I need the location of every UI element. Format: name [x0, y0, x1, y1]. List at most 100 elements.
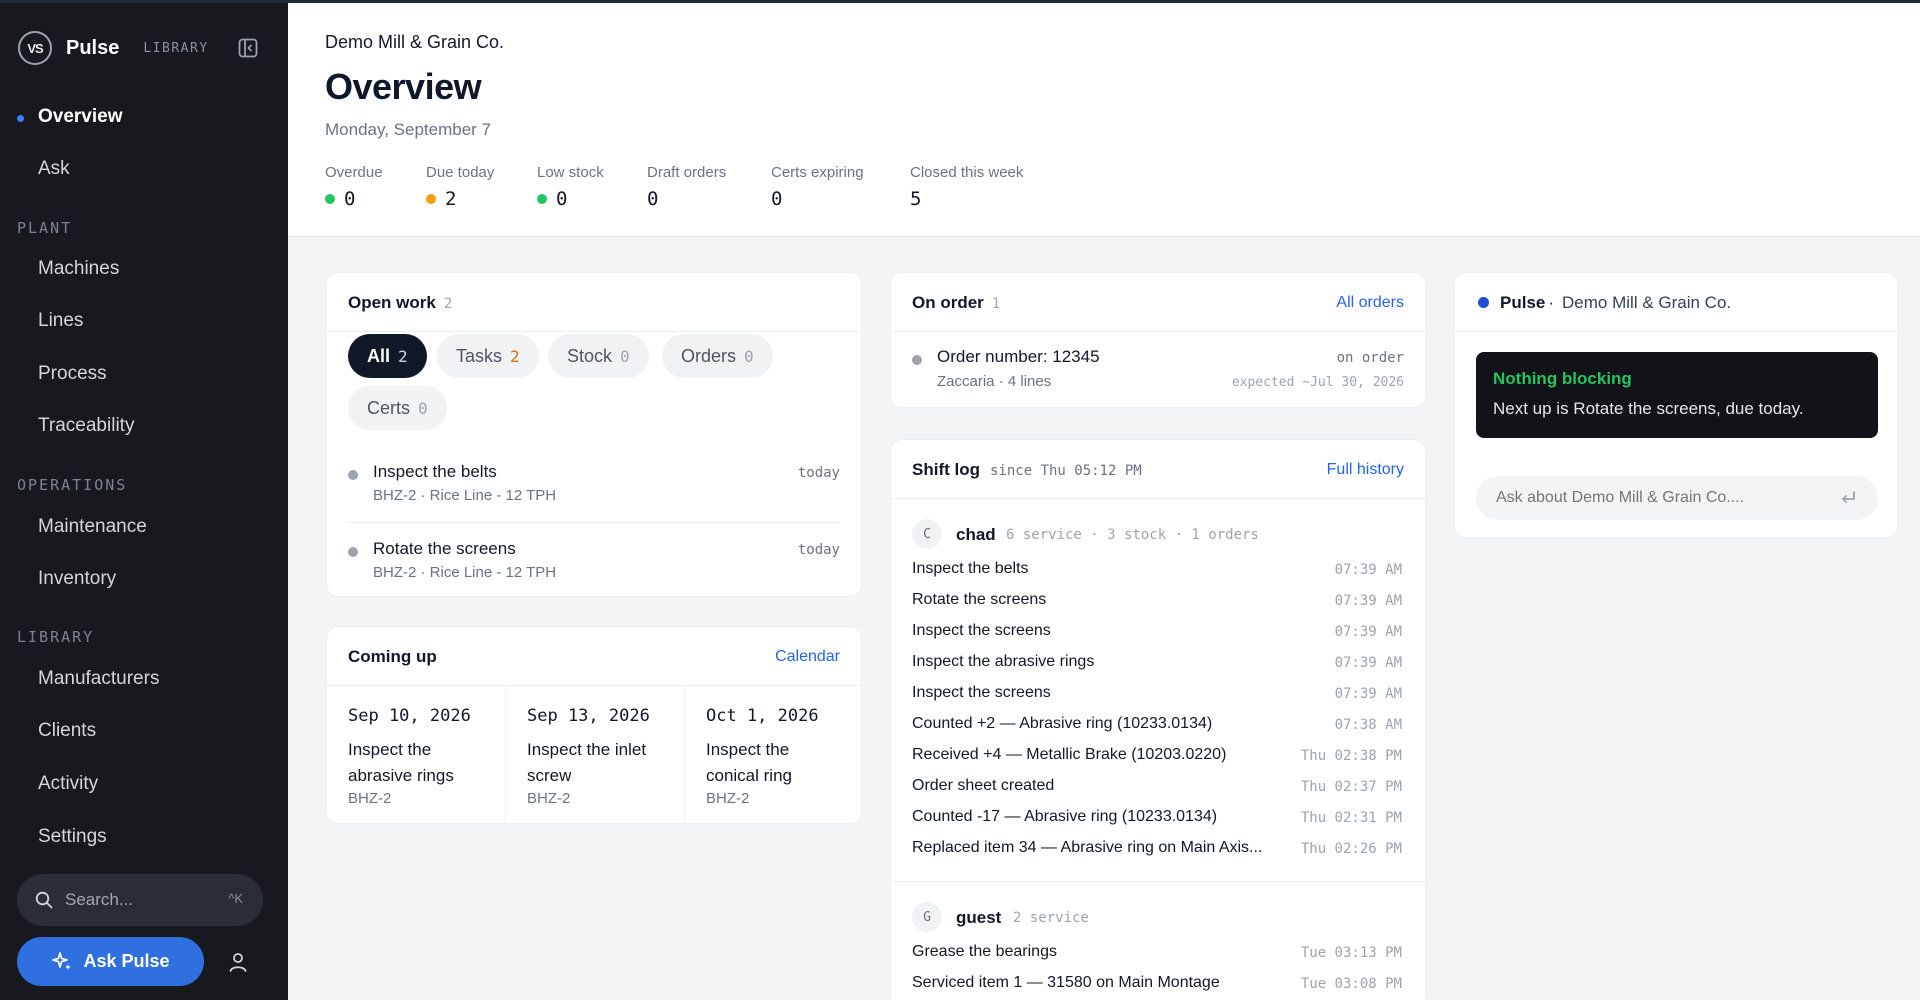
upcoming-date: Oct 1, 2026 — [706, 706, 819, 726]
task-meta: BHZ-2 · Rice Line - 12 TPH — [373, 487, 557, 504]
pulse-name: Pulse — [1500, 293, 1546, 312]
nav-item-process[interactable]: Process — [0, 354, 288, 394]
log-entry-text: Replaced item 34 — Abrasive ring on Main… — [912, 839, 1263, 856]
full-history-link[interactable]: Full history — [1327, 461, 1404, 479]
sidebar-search[interactable]: Search... ^K — [17, 874, 263, 926]
ask-pulse-button[interactable]: Ask Pulse — [17, 937, 204, 986]
filter-chip-tasks[interactable]: Tasks 2 — [437, 334, 539, 378]
task-row[interactable]: Inspect the belts BHZ-2 · Rice Line - 12… — [327, 454, 861, 530]
enter-key-icon[interactable] — [1837, 487, 1859, 509]
card-header: Pulse · Demo Mill & Grain Co. — [1455, 273, 1897, 332]
log-entry[interactable]: Counted -17 — Abrasive ring (10233.0134)… — [912, 803, 1402, 834]
nav-item-settings[interactable]: Settings — [0, 817, 288, 857]
chip-count: 2 — [510, 346, 520, 366]
company-name: Demo Mill & Grain Co. — [325, 32, 505, 52]
nav-item-label: Clients — [38, 720, 97, 741]
stat-label: Overdue — [325, 164, 383, 181]
filter-chip-all[interactable]: All 2 — [348, 334, 427, 378]
chip-label: Tasks — [456, 345, 503, 366]
log-entry[interactable]: Inspect the screens 07:39 AM — [912, 679, 1402, 710]
task-due: today — [797, 465, 840, 481]
nav-item-machines[interactable]: Machines — [0, 249, 288, 289]
log-entry[interactable]: Replaced item 34 — Abrasive ring on Main… — [912, 834, 1402, 865]
order-row[interactable]: Order number: 12345 Zaccaria · 4 lines o… — [891, 332, 1425, 404]
log-entry[interactable]: Grease the bearings Tue 03:13 PM — [912, 938, 1402, 969]
page-header: Demo Mill & Grain Co. Overview Monday, S… — [288, 3, 1920, 237]
nav-item-maintenance[interactable]: Maintenance — [0, 507, 288, 547]
nav-item-label: Traceability — [38, 415, 135, 436]
stat-draft-orders[interactable]: Draft orders 0 — [647, 164, 726, 210]
nav-item-label: Process — [38, 363, 107, 384]
nav-section-operations: OPERATIONS — [17, 476, 128, 494]
chip-label: Orders — [681, 345, 737, 366]
shift-log-card: Shift log since Thu 05:12 PM Full history… — [890, 439, 1426, 1000]
filter-chip-orders[interactable]: Orders 0 — [662, 334, 773, 378]
pulse-header-text: Pulse · Demo Mill & Grain Co. — [1500, 293, 1731, 313]
log-entry[interactable]: Inspect the abrasive rings 07:39 AM — [912, 648, 1402, 679]
stat-low-stock[interactable]: Low stock 0 — [537, 164, 604, 210]
log-entry-time: 07:39 AM — [1334, 562, 1402, 578]
card-header: On order 1 All orders — [891, 273, 1425, 332]
log-user-summary: 2 service — [1013, 910, 1089, 926]
search-shortcut: ^K — [228, 891, 243, 906]
log-entry-time: 07:39 AM — [1334, 624, 1402, 640]
stat-value: 0 — [556, 188, 568, 210]
nav-item-clients[interactable]: Clients — [0, 711, 288, 751]
log-entry[interactable]: Rotate the screens 07:39 AM — [912, 586, 1402, 617]
order-meta: Zaccaria · 4 lines — [937, 373, 1052, 390]
stat-value: 0 — [771, 188, 783, 210]
nav-item-manufacturers[interactable]: Manufacturers — [0, 659, 288, 699]
log-entry[interactable]: Order sheet created Thu 02:37 PM — [912, 772, 1402, 803]
nav-item-traceability[interactable]: Traceability — [0, 406, 288, 446]
task-row[interactable]: Rotate the screens BHZ-2 · Rice Line - 1… — [327, 531, 861, 596]
log-entry[interactable]: Serviced item 1 — 31580 on Main Montage T… — [912, 969, 1402, 1000]
user-account-icon[interactable] — [226, 950, 250, 974]
stat-closed-this-week[interactable]: Closed this week 5 — [910, 164, 1023, 210]
task-title: Rotate the screens — [373, 539, 516, 558]
log-user-summary: 6 service · 3 stock · 1 orders — [1006, 527, 1259, 543]
upcoming-item[interactable]: Sep 10, 2026 Inspect the abrasive rings … — [327, 686, 506, 823]
nav-item-label: Inventory — [38, 568, 117, 589]
upcoming-title: Inspect the abrasive rings — [348, 740, 454, 785]
log-entry[interactable]: Inspect the screens 07:39 AM — [912, 617, 1402, 648]
ask-pulse-input[interactable] — [1476, 476, 1878, 520]
status-banner-text: Next up is Rotate the screens, due today… — [1493, 399, 1804, 418]
chip-label: Stock — [567, 345, 613, 366]
coming-up-title: Coming up — [348, 647, 437, 666]
log-entry[interactable]: Received +4 — Metallic Brake (10203.0220… — [912, 741, 1402, 772]
nav-item-activity[interactable]: Activity — [0, 764, 288, 804]
avatar: G — [912, 902, 942, 932]
log-entry-text: Counted +2 — Abrasive ring (10233.0134) — [912, 715, 1213, 732]
all-orders-link[interactable]: All orders — [1336, 294, 1404, 312]
nav-item-lines[interactable]: Lines — [0, 301, 288, 341]
log-entry[interactable]: Inspect the belts 07:39 AM — [912, 555, 1402, 586]
collapse-sidebar-icon[interactable] — [238, 38, 258, 58]
stat-overdue[interactable]: Overdue 0 — [325, 164, 383, 210]
calendar-link[interactable]: Calendar — [775, 648, 840, 666]
log-entry-text: Grease the bearings — [912, 943, 1057, 960]
status-dot — [325, 194, 335, 204]
pulse-separator: · — [1548, 293, 1555, 312]
nav-section-library: LIBRARY — [17, 628, 95, 646]
log-entry-time: 07:38 AM — [1334, 717, 1402, 733]
filter-chip-stock[interactable]: Stock 0 — [548, 334, 649, 378]
stat-value: 5 — [910, 188, 922, 210]
log-entry[interactable]: Counted +2 — Abrasive ring (10233.0134) 0… — [912, 710, 1402, 741]
log-entry-time: 07:39 AM — [1334, 593, 1402, 609]
on-order-card: On order 1 All orders Order number: 12345… — [890, 272, 1426, 408]
app-section-tag: LIBRARY — [143, 40, 209, 56]
divider — [891, 881, 1425, 882]
on-order-count: 1 — [991, 296, 1001, 312]
stat-certs-expiring[interactable]: Certs expiring 0 — [771, 164, 864, 210]
filter-chip-certs[interactable]: Certs 0 — [348, 386, 447, 430]
stat-label: Certs expiring — [771, 164, 864, 181]
chip-count: 0 — [418, 398, 428, 418]
nav-item-inventory[interactable]: Inventory — [0, 559, 288, 599]
nav-item-ask[interactable]: Ask — [0, 149, 288, 189]
upcoming-item[interactable]: Oct 1, 2026 Inspect the conical ring BHZ… — [685, 686, 861, 823]
stat-due-today[interactable]: Due today 2 — [426, 164, 494, 210]
card-header: Shift log since Thu 05:12 PM Full history — [891, 440, 1425, 499]
log-user-header: C chad 6 service · 3 stock · 1 orders — [912, 519, 1402, 553]
upcoming-item[interactable]: Sep 13, 2026 Inspect the inlet screw BHZ… — [506, 686, 685, 823]
nav-item-overview[interactable]: Overview — [0, 97, 288, 137]
